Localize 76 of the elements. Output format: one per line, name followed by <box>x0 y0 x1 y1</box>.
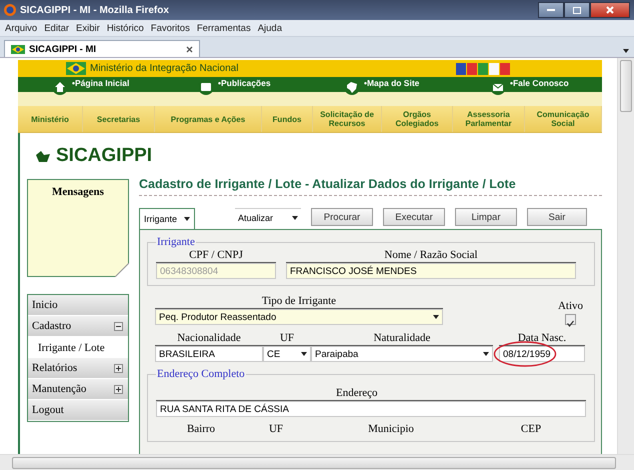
caret-icon <box>483 352 489 356</box>
field-label: UF <box>268 423 284 435</box>
horizontal-scrollbar[interactable] <box>0 454 634 470</box>
menu-item[interactable]: Arquivo <box>5 22 38 34</box>
menu-item[interactable]: Secretarias <box>83 106 155 132</box>
menu-item[interactable]: Editar <box>44 22 70 34</box>
select-field[interactable]: Peq. Produtor Reassentado <box>155 309 443 325</box>
action-dropdown[interactable]: Atualizar <box>235 208 301 226</box>
caret-icon <box>292 216 298 220</box>
close-button[interactable] <box>590 2 630 18</box>
menu-item[interactable]: Exibir <box>76 22 100 34</box>
nav-link[interactable]: •Página Inicial <box>72 77 130 90</box>
entity-dropdown[interactable]: Irrigante <box>139 208 195 229</box>
maximize-icon <box>573 6 581 14</box>
close-icon[interactable] <box>186 46 193 52</box>
messages-title: Mensagens <box>52 186 104 199</box>
toolbar-button[interactable]: Executar <box>383 208 445 226</box>
menu-item[interactable]: Manutenção <box>28 379 128 400</box>
menu-item[interactable]: Inicio <box>28 295 128 316</box>
toolbar-button[interactable]: Sair <box>527 208 587 226</box>
field-label: CEP <box>520 423 542 435</box>
input-field[interactable]: 08/12/1959 <box>499 346 585 362</box>
menu-item[interactable]: Favoritos <box>150 22 190 34</box>
caret-icon <box>301 352 307 356</box>
menu-item[interactable]: Ministério <box>18 106 83 132</box>
expand-icon[interactable] <box>114 364 123 372</box>
menu-item[interactable]: Logout <box>28 400 128 421</box>
collapse-icon[interactable] <box>114 322 123 330</box>
vertical-scrollbar[interactable] <box>617 58 634 454</box>
caret-icon <box>433 315 439 319</box>
select-field[interactable]: CE <box>263 346 311 362</box>
menu-item[interactable]: Programas e Ações <box>155 106 262 132</box>
input-field[interactable]: BRASILEIRA <box>155 346 263 362</box>
select-field[interactable]: Paraipaba <box>311 346 493 362</box>
brasil-logo-icon <box>456 62 512 76</box>
input-field[interactable]: FRANCISCO JOSÉ MENDES <box>286 263 576 279</box>
tab-label: SICAGIPPI - MI <box>29 44 98 54</box>
nav-link[interactable]: •Fale Conosco <box>510 77 569 90</box>
menu-item[interactable]: Comunicação Social <box>525 106 602 132</box>
browser-tab[interactable]: SICAGIPPI - MI <box>4 40 200 57</box>
menu-item[interactable]: Ajuda <box>258 22 282 34</box>
nav-link[interactable]: •Mapa do Site <box>364 77 420 90</box>
firefox-logo-icon <box>4 4 16 16</box>
house-icon[interactable] <box>52 79 68 95</box>
page-title: Cadastro de Irrigante / Lote - Atualizar Dados do Irrigante / Lote <box>139 177 602 196</box>
leaf-logo-icon <box>35 150 51 162</box>
ministry-name: Ministério da Integração Nacional <box>90 63 238 74</box>
minimize-button[interactable] <box>538 2 564 18</box>
page-fold-icon <box>115 263 129 277</box>
toolbar-button[interactable]: Procurar <box>311 208 373 226</box>
close-icon <box>606 6 614 14</box>
tab-list-caret-icon[interactable] <box>623 49 630 53</box>
menu-item[interactable]: Ferramentas <box>196 22 251 34</box>
ativo-checkbox[interactable] <box>564 314 576 325</box>
menu-item[interactable]: Relatórios <box>28 358 128 379</box>
menu-item[interactable]: Histórico <box>106 22 144 34</box>
input-field[interactable]: RUA SANTA RITA DE CÁSSIA <box>156 401 586 417</box>
caret-icon <box>184 217 190 221</box>
menu-item[interactable]: Assessoria Parlamentar <box>453 106 525 132</box>
field-label: Municipio <box>367 423 415 435</box>
maximize-button[interactable] <box>564 2 590 18</box>
menu-item[interactable]: Orgãos Colegiados <box>382 106 453 132</box>
window-title: SICAGIPPI - MI - Mozilla Firefox <box>20 4 170 16</box>
expand-icon[interactable] <box>114 384 123 394</box>
flag-icon <box>11 44 25 54</box>
field-label: Bairro <box>186 423 216 435</box>
nav-link[interactable]: •Publicações <box>218 77 271 90</box>
group-legend: Irrigante <box>156 236 196 248</box>
app-title: SICAGIPPI <box>56 145 152 167</box>
menu-item[interactable]: Fundos <box>262 106 313 132</box>
minimize-icon <box>547 8 555 12</box>
group-legend: Endereço Completo <box>156 368 246 380</box>
toolbar-button[interactable]: Limpar <box>455 208 517 226</box>
menu-item[interactable]: Solicitação de Recursos <box>313 106 382 132</box>
field-label: Ativo <box>558 300 583 312</box>
menu-item[interactable]: Cadastro <box>28 316 128 337</box>
